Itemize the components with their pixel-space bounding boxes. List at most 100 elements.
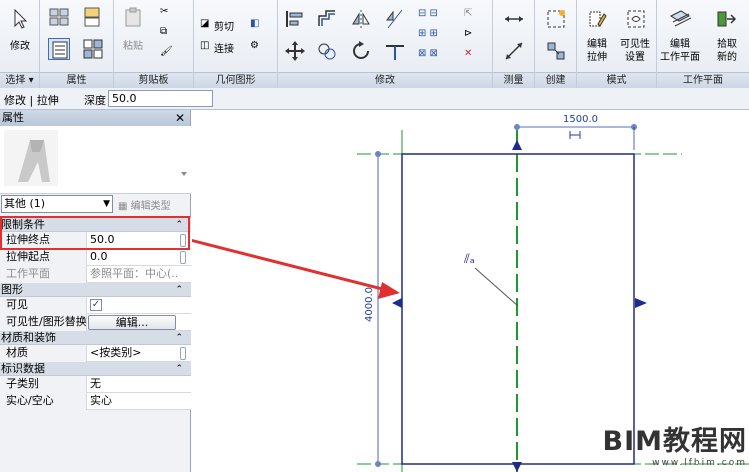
array-icon[interactable]: ⊞ ⊞ xyxy=(418,28,438,39)
collapse-icon[interactable]: ⌃ xyxy=(175,331,183,345)
flip-control-icon[interactable] xyxy=(512,140,522,150)
create-panel: 创建 xyxy=(535,0,577,88)
property-value-input[interactable]: 0.0 xyxy=(88,249,178,266)
collapse-icon[interactable]: ⌃ xyxy=(175,362,183,376)
cut-geometry-label[interactable]: 剪切 xyxy=(214,18,234,33)
join-geometry-label[interactable]: 连接 xyxy=(214,40,234,55)
flip-control-icon[interactable] xyxy=(512,462,522,472)
browse-button[interactable] xyxy=(180,347,186,360)
edit-extrusion-button[interactable]: 编辑 拉伸 xyxy=(579,38,615,64)
context-label: 修改 | 拉伸 xyxy=(4,94,59,107)
trim-extend-icon[interactable] xyxy=(384,40,406,62)
scroll-handle[interactable] xyxy=(180,251,186,264)
type-selector-value: 其他 (1) xyxy=(4,197,46,210)
edit-visibility-button[interactable]: 编辑... xyxy=(88,315,176,330)
collapse-icon[interactable]: ⌃ xyxy=(175,283,183,297)
property-row-visibility-override[interactable]: 可见性/图形替换 编辑... xyxy=(0,314,191,331)
property-value: 编辑... xyxy=(88,314,178,331)
create-similar-icon[interactable] xyxy=(545,40,567,62)
visibility-settings-icon[interactable] xyxy=(625,8,647,30)
property-key: 可见性/图形替换 xyxy=(0,314,87,331)
copy-element-icon[interactable] xyxy=(316,40,338,62)
measure-icon[interactable] xyxy=(503,8,525,30)
mirror-axis-icon[interactable] xyxy=(350,8,372,30)
visibility-settings-button[interactable]: 可见性 设置 xyxy=(615,38,655,64)
property-row-subcategory[interactable]: 子类别 无 xyxy=(0,376,191,393)
width-dimension-text[interactable]: 1500.0 xyxy=(563,114,598,125)
type-selector[interactable]: 其他 (1) ▼ xyxy=(1,195,113,213)
properties-toggle-icon[interactable] xyxy=(48,38,70,60)
edit-extrusion-icon[interactable] xyxy=(586,8,608,30)
mirror-draw-icon[interactable] xyxy=(384,8,406,30)
paste-button[interactable]: 粘贴 xyxy=(118,40,148,53)
delete-icon[interactable]: ✕ xyxy=(464,48,472,59)
flip-control-icon[interactable] xyxy=(635,298,647,308)
property-row-material[interactable]: 材质 <按类别> xyxy=(0,345,191,362)
height-dimension-text[interactable]: 4000.0 xyxy=(364,287,375,322)
annotation-highlight-box xyxy=(0,216,190,250)
annotation-arrowhead xyxy=(378,282,400,299)
family-types-icon[interactable] xyxy=(82,6,104,28)
scale-icon[interactable]: ⊠ ⊠ xyxy=(418,48,438,59)
property-row-visible[interactable]: 可见 ✓ xyxy=(0,297,191,314)
split-element-icon[interactable]: ⊟ ⊟ xyxy=(418,8,438,19)
pick-new-workplane-icon[interactable] xyxy=(715,8,737,30)
property-key: 材质 xyxy=(0,345,87,362)
modify-panel: ⊟ ⊟ ⊞ ⊞ ⊠ ⊠ ⇱ ⊳ ✕ 修改 xyxy=(278,0,493,88)
property-row-solid-void[interactable]: 实心/空心 实心 xyxy=(0,393,191,410)
move-icon[interactable] xyxy=(284,40,306,62)
family-category-icon[interactable] xyxy=(82,38,104,60)
dimension-grip[interactable] xyxy=(375,151,381,157)
cut-icon[interactable]: ✂ xyxy=(160,6,168,17)
modify-arrow-icon[interactable] xyxy=(9,8,31,30)
join-geometry-icon[interactable]: ◫ xyxy=(200,40,209,51)
depth-label: 深度 xyxy=(84,94,106,107)
edit-workplane-icon[interactable] xyxy=(669,8,692,30)
mode-panel: 编辑 拉伸 可见性 设置 模式 xyxy=(577,0,657,88)
section-identity-data[interactable]: 标识数据 ⌃ xyxy=(0,362,191,376)
rotate-icon[interactable] xyxy=(350,40,372,62)
dimension-grip[interactable] xyxy=(375,461,381,467)
align-icon[interactable] xyxy=(284,8,306,30)
property-row-extrusion-start[interactable]: 拉伸起点 0.0 xyxy=(0,249,191,266)
property-value: 参照平面：中心(... xyxy=(90,267,178,280)
copy-icon[interactable]: ⧉ xyxy=(160,26,167,37)
visible-checkbox[interactable]: ✓ xyxy=(90,299,102,311)
match-properties-icon[interactable]: 🖌 xyxy=(160,46,173,57)
workplane-panel-label: 工作平面 xyxy=(657,72,749,88)
select-panel-label[interactable]: 选择 ▾ xyxy=(0,72,39,88)
close-icon[interactable]: ✕ xyxy=(175,110,185,126)
flip-control-icon[interactable] xyxy=(392,298,402,308)
section-materials[interactable]: 材质和装饰 ⌃ xyxy=(0,331,191,345)
paste-icon[interactable] xyxy=(122,6,144,28)
chevron-down-icon[interactable]: ▼ xyxy=(103,196,110,212)
create-group-icon[interactable] xyxy=(545,8,567,30)
watermark: BIM教程网 www.lfbim.com xyxy=(603,419,748,468)
paint-icon[interactable]: ⚙ xyxy=(250,40,259,51)
unpin-icon[interactable]: ⇱ xyxy=(464,8,472,19)
property-row-workplane: 工作平面 参照平面：中心(... xyxy=(0,266,191,283)
edit-workplane-button[interactable]: 编辑 工作平面 xyxy=(657,38,703,64)
drawing-canvas[interactable]: 1500.0 4000.0 ⫽ₐ BIM教程网 www.lfbim.com xyxy=(189,110,749,472)
workplane-symbol-icon[interactable]: ⫽ₐ xyxy=(463,252,475,267)
split-face-icon[interactable]: ◧ xyxy=(250,18,259,29)
dimension-grip[interactable] xyxy=(514,124,520,130)
aligned-dimension-icon[interactable] xyxy=(503,40,525,62)
type-properties-icon[interactable] xyxy=(48,6,70,28)
watermark-url: www.lfbim.com xyxy=(652,458,747,468)
pick-new-workplane-button[interactable]: 拾取 新的 xyxy=(707,38,747,64)
measure-panel-label: 测量 xyxy=(493,72,534,88)
cut-geometry-icon[interactable]: ◪ xyxy=(200,18,209,29)
offset-icon[interactable] xyxy=(316,8,338,30)
annotation-arrow xyxy=(189,238,387,292)
modify-button[interactable]: 修改 xyxy=(2,40,38,53)
property-key: 拉伸起点 xyxy=(0,249,87,266)
pin-icon[interactable]: ⊳ xyxy=(464,28,472,39)
section-graphics[interactable]: 图形 ⌃ xyxy=(0,283,191,297)
property-value-input[interactable]: 实心 xyxy=(88,393,178,410)
property-value-input[interactable]: <按类别> xyxy=(88,345,178,362)
sketch-view[interactable]: 1500.0 4000.0 ⫽ₐ xyxy=(189,110,749,472)
depth-input[interactable] xyxy=(108,90,213,107)
edit-type-button[interactable]: ▦ 编辑类型 xyxy=(118,197,171,212)
property-value-input[interactable]: 无 xyxy=(88,376,178,393)
